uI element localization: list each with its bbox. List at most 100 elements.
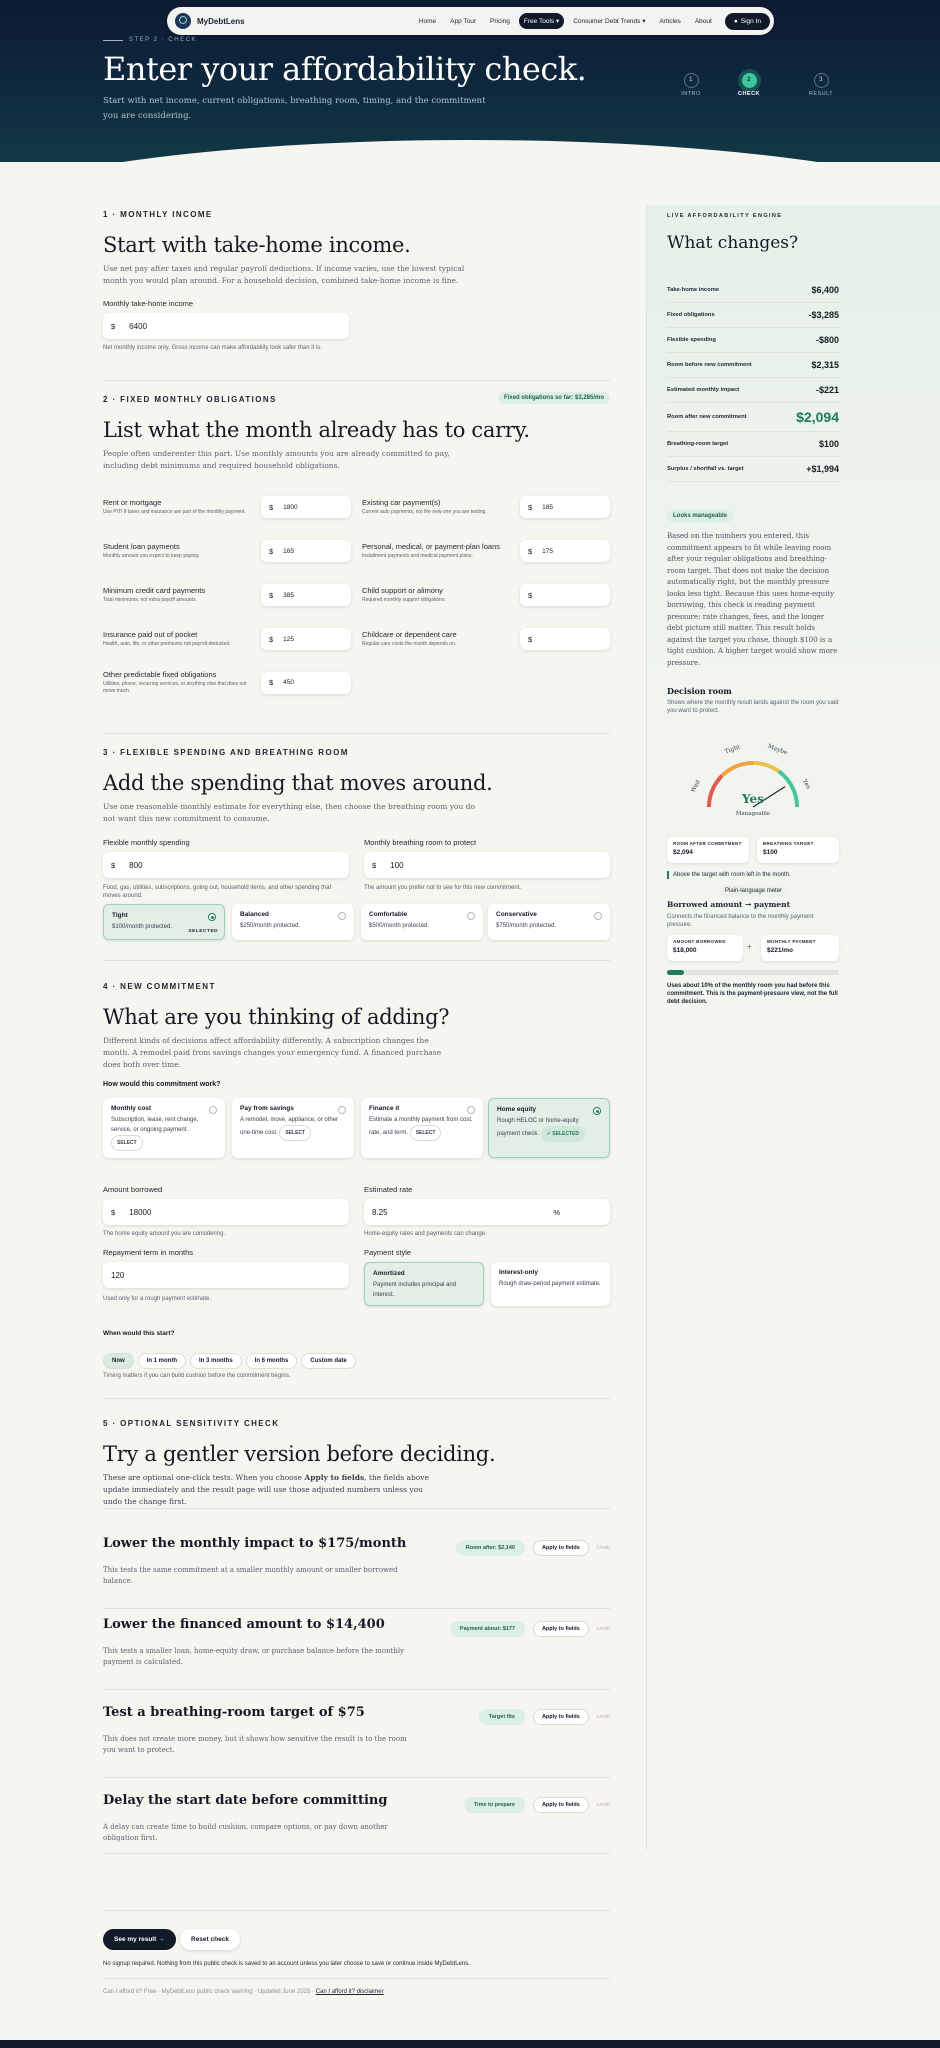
above-target-note: Above the target with room left in the m… <box>667 871 791 879</box>
obligation-input[interactable]: $ <box>520 584 610 606</box>
engine-row-value: -$3,285 <box>808 309 839 320</box>
section-eyebrow: 5 · Optional sensitivity check <box>103 1419 280 1428</box>
gauge-segment <box>792 792 798 798</box>
gauge-segment <box>793 796 799 801</box>
nav-about[interactable]: About <box>690 14 717 29</box>
nav-free-tools[interactable]: Free Tools ▾ <box>518 13 565 29</box>
obligation-input[interactable]: $175 <box>520 540 610 562</box>
estimated-rate-input[interactable]: 8.25% <box>364 1199 610 1225</box>
obligation-row: Student loan payments Monthly amount you … <box>103 540 351 562</box>
obligation-value: 165 <box>283 547 295 555</box>
engine-row-label: Take-home income <box>667 286 720 293</box>
breathing-target-mini: BREATHING TARGET $100 <box>757 837 839 863</box>
decision-room-title: Decision room <box>667 686 732 696</box>
footer-note: Can I afford it? Free · MyDebtLens publi… <box>103 1989 384 1995</box>
undo-button[interactable]: Undo <box>597 1626 610 1632</box>
nav-home[interactable]: Home <box>414 14 441 29</box>
step-check[interactable]: 2 CHECK <box>724 73 774 97</box>
undo-button[interactable]: Undo <box>597 1714 610 1720</box>
obligation-input[interactable]: $165 <box>261 540 351 562</box>
engine-row: Fixed obligations -$3,285 <box>667 302 839 328</box>
currency-symbol: $ <box>269 634 274 644</box>
apply-to-fields-button[interactable]: Apply to fields <box>532 1797 589 1813</box>
sensitivity-badge: Payment about: $177 <box>449 1621 525 1637</box>
chevron-down-icon: ▾ <box>555 18 560 25</box>
start-label: When would this start? <box>103 1330 175 1337</box>
start-option[interactable]: In 3 months <box>190 1353 242 1369</box>
live-engine-sidebar: Live affordability engine What changes? … <box>646 205 940 1850</box>
start-option[interactable]: In 6 months <box>245 1353 298 1369</box>
obligation-input[interactable]: $185 <box>520 496 610 518</box>
obligation-input[interactable]: $385 <box>261 584 351 606</box>
radio-icon <box>467 912 475 920</box>
undo-button[interactable]: Undo <box>597 1802 610 1808</box>
payment-style-label: Payment style <box>364 1248 412 1257</box>
obligation-input[interactable]: $450 <box>261 671 351 694</box>
gauge-segment <box>723 769 729 776</box>
sign-in-button[interactable]: ● Sign In <box>724 12 770 30</box>
sensitivity-controls: Target fits Apply to fields Undo <box>478 1709 610 1725</box>
obligation-row: Existing car payment(s) Current auto paym… <box>362 496 610 518</box>
option-conservative[interactable]: Conservative $750/month protected. <box>488 904 610 940</box>
apply-to-fields-button[interactable]: Apply to fields <box>532 1709 589 1725</box>
option-balanced[interactable]: Balanced $250/month protected. <box>232 904 354 940</box>
nav-consumer-debt-trends[interactable]: Consumer Debt Trends ▾ <box>568 13 650 29</box>
breathing-room-field: Monthly breathing room to protect $100 T… <box>364 838 610 892</box>
step-label: Step 2 · Check <box>103 37 197 43</box>
commitment-type-finance-it[interactable]: Finance it Estimate a monthly payment fro… <box>361 1098 483 1158</box>
engine-row-label: Surplus / shortfall vs. target <box>667 465 744 472</box>
obligation-input[interactable]: $ <box>520 628 610 650</box>
term-input[interactable]: 120 <box>103 1262 349 1288</box>
step-result[interactable]: 3 RESULT <box>796 73 846 97</box>
amount-borrowed-field: Amount borrowed $18000 The home equity a… <box>103 1185 349 1238</box>
engine-row-value: $100 <box>818 438 839 449</box>
radio-icon <box>209 1106 217 1114</box>
flexible-spend-input[interactable]: $800 <box>103 852 349 878</box>
currency-symbol: $ <box>269 590 274 600</box>
start-option[interactable]: In 1 month <box>137 1353 187 1369</box>
apply-to-fields-button[interactable]: Apply to fields <box>532 1621 589 1637</box>
sensitivity-row: Delay the start date before committing A … <box>103 1793 610 1854</box>
apply-to-fields-button[interactable]: Apply to fields <box>532 1540 589 1556</box>
see-result-button[interactable]: See my result → <box>103 1929 176 1950</box>
start-option[interactable]: Custom date <box>301 1353 356 1369</box>
plain-language-button[interactable]: Plain-language meter <box>719 885 789 897</box>
undo-button[interactable]: Undo <box>597 1545 610 1551</box>
step-intro[interactable]: 1 INTRO <box>666 73 716 97</box>
obligation-title: Childcare or dependent care <box>362 630 457 639</box>
income-section: 1 · Monthly income Start with take-home … <box>103 210 610 352</box>
style-interest-only[interactable]: Interest-only Rough draw-period payment … <box>491 1262 610 1306</box>
obligation-input[interactable]: $1800 <box>261 496 351 518</box>
take-home-income-input[interactable]: $6400 <box>103 313 349 339</box>
gauge-segment <box>769 764 774 770</box>
gauge-segment <box>759 761 764 767</box>
option-tight[interactable]: Tight $100/month protected. SELECTED <box>103 904 225 940</box>
obligation-value: 185 <box>542 503 554 511</box>
commitment-section: 4 · New commitment What are you thinking… <box>103 982 610 1088</box>
nav-articles[interactable]: Articles <box>655 14 686 29</box>
commitment-type-monthly-cost[interactable]: Monthly cost Subscription, lease, rent ch… <box>103 1098 225 1158</box>
obligation-title: Other predictable fixed obligations <box>103 670 217 679</box>
style-amortized[interactable]: Amortized Payment includes principal and… <box>364 1262 484 1306</box>
nav-pricing[interactable]: Pricing <box>485 14 515 29</box>
sensitivity-section: 5 · Optional sensitivity check Try a gen… <box>103 1419 610 1508</box>
reset-check-button[interactable]: Reset check <box>180 1929 240 1950</box>
start-option[interactable]: Now <box>103 1353 134 1369</box>
card-desc: Estimate a monthly payment from cost, ra… <box>369 1115 475 1141</box>
disclaimer-link[interactable]: Can I afford it? disclaimer <box>316 1989 384 1995</box>
commitment-type-home-equity[interactable]: Home equity Rough HELOC or home-equity pa… <box>488 1098 610 1158</box>
row-divider <box>103 1608 610 1609</box>
amount-borrowed-input[interactable]: $18000 <box>103 1199 349 1225</box>
section-title: Add the spending that moves around. <box>103 771 493 795</box>
obligation-hint: Utilities, phone, recurring services, or… <box>103 681 247 694</box>
gauge-segment <box>772 766 778 772</box>
brand[interactable]: MyDebtLens <box>175 13 414 29</box>
obligation-text: Rent or mortgage Use PITI if taxes and in… <box>103 498 258 516</box>
option-comfortable[interactable]: Comfortable $500/month protected. <box>361 904 483 940</box>
row-divider <box>103 1853 610 1854</box>
obligation-input[interactable]: $125 <box>261 628 351 650</box>
signup-note: No signup required. Nothing from this pu… <box>103 1961 470 1967</box>
commitment-type-pay-from-savings[interactable]: Pay from savings A remodel, move, applian… <box>232 1098 354 1158</box>
breathing-room-input[interactable]: $100 <box>364 852 610 878</box>
nav-app-tour[interactable]: App Tour <box>445 14 481 29</box>
